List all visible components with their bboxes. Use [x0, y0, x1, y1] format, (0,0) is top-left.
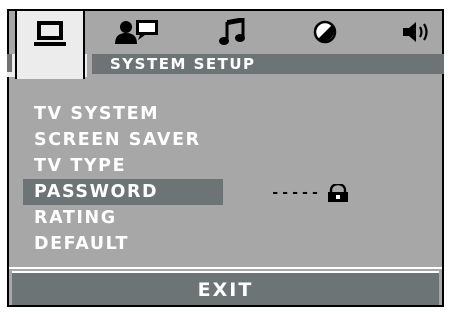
menu-item-tv-system[interactable]: TV SYSTEM: [23, 101, 223, 127]
tab-speaker[interactable]: [382, 9, 451, 54]
password-field[interactable]: -----: [271, 185, 321, 201]
menu-item-tv-type[interactable]: TV TYPE: [23, 153, 223, 179]
page-title: SYSTEM SETUP: [110, 55, 256, 73]
menu-item-screen-saver[interactable]: SCREEN SAVER: [23, 127, 223, 153]
tab-video[interactable]: [290, 9, 360, 54]
circle-slash-icon: [313, 20, 337, 44]
monitor-icon: [33, 20, 67, 48]
menu-item-default[interactable]: DEFAULT: [23, 231, 223, 257]
menu-item-rating[interactable]: RATING: [23, 205, 223, 231]
speaker-icon: [402, 20, 432, 44]
setup-screen: SYSTEM SETUP TV SYSTEM SCREEN SAVER TV T…: [7, 9, 444, 307]
tab-bar: [7, 9, 444, 79]
exit-label: EXIT: [197, 279, 254, 301]
password-value: -----: [271, 181, 349, 205]
menu-item-password[interactable]: PASSWORD: [23, 179, 223, 205]
title-bar-left-edge: [7, 54, 12, 72]
tab-language[interactable]: [102, 9, 172, 54]
section-title-bar: SYSTEM SETUP: [92, 54, 444, 74]
lock-icon: [327, 184, 349, 202]
tab-audio[interactable]: [197, 9, 267, 54]
settings-menu: TV SYSTEM SCREEN SAVER TV TYPE PASSWORD …: [23, 101, 223, 257]
exit-button[interactable]: EXIT: [12, 271, 439, 307]
person-tv-icon: [114, 19, 160, 45]
music-note-icon: [219, 17, 245, 46]
tab-system[interactable]: [15, 9, 85, 79]
